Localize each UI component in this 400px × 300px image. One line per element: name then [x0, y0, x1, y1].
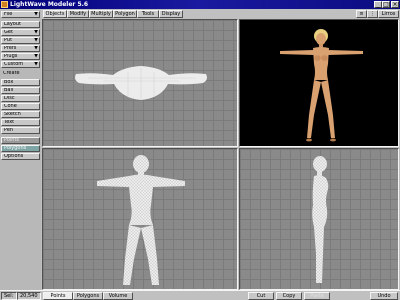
chevron-down-icon: ▼	[34, 29, 38, 35]
custom-menu[interactable]: Custom ▼	[1, 61, 40, 68]
options-button[interactable]: Options	[1, 153, 40, 160]
chevron-down-icon: ▼	[34, 53, 38, 59]
volume-mode-button[interactable]: Volume	[103, 292, 133, 300]
polygons-button[interactable]: Polygons	[1, 145, 40, 152]
options-icon[interactable]: ⋮	[367, 10, 378, 18]
plugs-menu-label: Plugs	[4, 53, 18, 59]
pen-tool[interactable]: Pen	[1, 127, 40, 134]
prefs-menu-label: Prefs	[4, 45, 17, 51]
tab-objects[interactable]: Objects	[43, 10, 67, 18]
prefs-menu[interactable]: Prefs ▼	[1, 45, 40, 52]
side-view-mesh	[312, 156, 329, 283]
perspective-view[interactable]	[239, 19, 399, 147]
plugs-menu[interactable]: Plugs ▼	[1, 53, 40, 60]
tab-multiply[interactable]: Multiply	[89, 10, 113, 18]
points-mode-button[interactable]: Points	[43, 292, 73, 300]
rendered-figure	[280, 29, 363, 142]
box-tool[interactable]: Box	[1, 79, 40, 86]
left-toolbar: File ▼ Layout Get ▼ Put ▼ Prefs ▼ Plugs …	[0, 10, 41, 290]
file-menu[interactable]: File ▼	[1, 11, 40, 18]
layers-icon[interactable]: ≡	[356, 10, 367, 18]
chevron-down-icon: ▼	[34, 61, 38, 67]
front-viewport[interactable]	[42, 148, 238, 290]
disc-tool[interactable]: Disc	[1, 95, 40, 102]
top-viewport[interactable]	[42, 19, 238, 147]
cone-tool[interactable]: Cone	[1, 103, 40, 110]
create-section-label: Create	[1, 71, 40, 78]
custom-menu-label: Custom	[4, 61, 24, 67]
status-bar: Sel: 20,540 Points Polygons Volume Cut C…	[0, 290, 400, 300]
sketch-tool[interactable]: Sketch	[1, 111, 40, 118]
tab-polygon[interactable]: Polygon	[113, 10, 137, 18]
tab-display[interactable]: Display	[159, 10, 183, 18]
tab-tools[interactable]: Tools	[137, 10, 159, 18]
points-button[interactable]: Points	[1, 137, 40, 144]
put-menu-label: Put	[4, 37, 13, 43]
side-viewport[interactable]	[239, 148, 399, 290]
chevron-down-icon: ▼	[34, 11, 38, 17]
tab-modify[interactable]: Modify	[67, 10, 89, 18]
text-tool[interactable]: Text	[1, 119, 40, 126]
close-button[interactable]: ×	[391, 1, 399, 8]
maximize-button[interactable]: □	[382, 1, 390, 8]
put-menu[interactable]: Put ▼	[1, 37, 40, 44]
get-menu[interactable]: Get ▼	[1, 29, 40, 36]
selection-count: 20,540	[17, 292, 41, 300]
layout-button[interactable]: Layout	[1, 21, 40, 28]
lightwave-app-icon[interactable]	[1, 1, 8, 8]
paste-button[interactable]: Paste	[304, 292, 330, 300]
selection-label: Sel:	[1, 292, 17, 300]
chevron-down-icon: ▼	[34, 45, 38, 51]
lirros-button[interactable]: Lirros	[378, 10, 399, 18]
cut-button[interactable]: Cut	[248, 292, 274, 300]
top-view-mesh	[75, 66, 207, 100]
get-menu-label: Get	[4, 29, 13, 35]
front-view-mesh	[97, 155, 185, 285]
title-bar: LightWave Modeler 5.6 _ □ ×	[0, 0, 400, 9]
window-title: LightWave Modeler 5.6	[10, 1, 89, 8]
chevron-down-icon: ▼	[34, 37, 38, 43]
ball-tool[interactable]: Ball	[1, 87, 40, 94]
file-menu-label: File	[4, 11, 13, 17]
polygons-mode-button[interactable]: Polygons	[73, 292, 103, 300]
undo-button[interactable]: Undo	[370, 292, 398, 300]
copy-button[interactable]: Copy	[276, 292, 302, 300]
minimize-button[interactable]: _	[374, 1, 382, 8]
